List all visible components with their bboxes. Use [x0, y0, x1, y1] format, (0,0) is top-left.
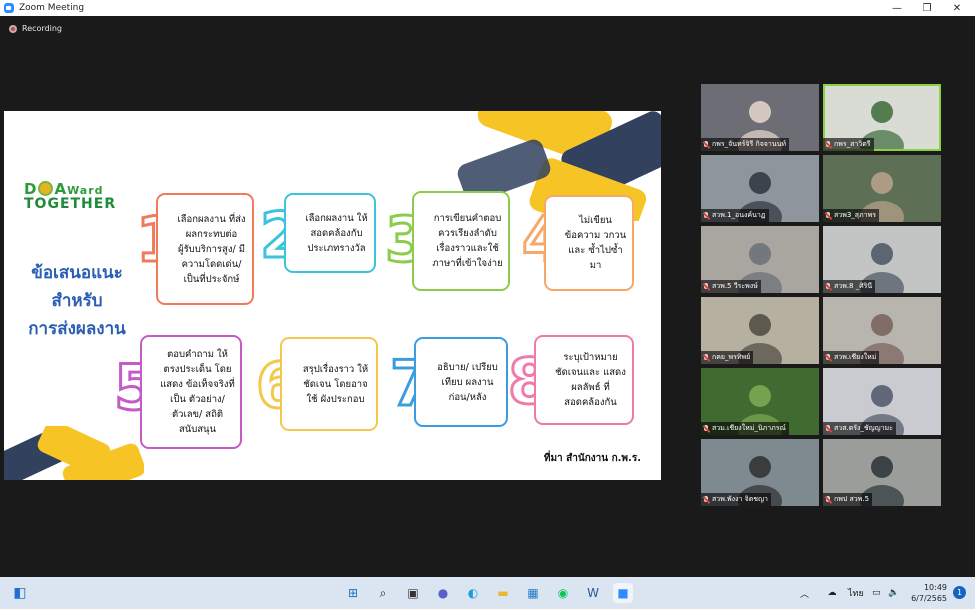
participant-name-label: กคย_พรทิพย์ — [701, 351, 754, 364]
recording-label: Recording — [22, 24, 63, 33]
participant-video-tile[interactable]: กคย_พรทิพย์ — [701, 297, 819, 364]
participant-video-tile[interactable]: สวม.เชียงใหม่_นิภาภรณ์ — [701, 368, 819, 435]
slide-source: ที่มา สำนักงาน ก.พ.ร. — [543, 453, 641, 464]
participant-name-label: สวม.เชียงใหม่_นิภาภรณ์ — [701, 422, 790, 435]
muted-mic-icon — [825, 282, 831, 291]
muted-mic-icon — [703, 211, 709, 220]
shared-screen-slide: D AWard TOGETHER ข้อเสนอแนะ สำหรับ การส่ง… — [4, 111, 661, 480]
participant-name-label: สวพ.5 วีระพงษ์ — [701, 280, 761, 293]
muted-mic-icon — [703, 140, 709, 149]
suggestion-card: การเขียนคำตอบ ควรเรียงลำดับ เรื่องราวและ… — [412, 191, 510, 291]
participant-video-tile[interactable]: สวพ.พังงา จิตชญา — [701, 439, 819, 506]
participant-name-label: กพร_จันทร์จิรี กิจจานนท์ — [701, 138, 790, 151]
participant-video-tile[interactable]: สวส.ตรัง_ชัญญามะ — [823, 368, 941, 435]
tray-overflow-icon[interactable]: ︿ — [800, 577, 809, 609]
clock-time: 10:49 — [923, 583, 947, 592]
onedrive-icon[interactable]: ☁ — [826, 577, 838, 609]
participant-video-tile[interactable]: กพร_จันทร์จิรี กิจจานนท์ — [701, 84, 819, 151]
zoom-app-icon — [4, 3, 14, 13]
start-icon[interactable]: ⊞ — [343, 583, 363, 603]
recording-indicator[interactable]: Recording — [9, 24, 62, 33]
restore-button[interactable]: ❐ — [912, 0, 942, 16]
window-titlebar: Zoom Meeting — [0, 0, 975, 16]
line-icon[interactable]: ◉ — [553, 583, 573, 603]
participant-video-tile[interactable]: สวพ.เชียงใหม่ — [823, 297, 941, 364]
participant-video-tile[interactable]: สวพ.8 _ศิรินี — [823, 226, 941, 293]
decorative-shapes-bottom — [4, 426, 144, 480]
slide-heading: ข้อเสนอแนะ สำหรับ การส่งผลงาน — [28, 263, 126, 339]
participant-video-tile[interactable]: กพป สวพ.5 — [823, 439, 941, 506]
suggestion-card: สรุปเรื่องราว ให้ชัดเจน โดยอาจใช้ ผังประ… — [280, 337, 378, 431]
suggestion-card: ระบุเป้าหมาย ชัดเจนและ แสดงผลลัพธ์ ที่สอ… — [534, 335, 634, 425]
muted-mic-icon — [825, 424, 831, 433]
window-title: Zoom Meeting — [19, 3, 85, 13]
input-language[interactable]: ไทย — [848, 577, 864, 609]
clock-date: 6/7/2565 — [911, 594, 947, 603]
d-award-together-logo: D AWard TOGETHER — [24, 180, 117, 212]
participant-name-label: สวพ.เชียงใหม่ — [823, 351, 880, 364]
muted-mic-icon — [703, 495, 709, 504]
windows-taskbar: ◧ ⊞ ⌕ ▣ ● ◐ ▬ ▦ ◉ W ■ ︿ ☁ ไทย ▭ 🔈 10:49 6/7/2565 … — [0, 577, 975, 609]
muted-mic-icon — [825, 140, 831, 149]
suggestion-card: เลือกผลงาน ให้สอดคล้องกับ ประเภทรางวัล — [284, 193, 376, 273]
muted-mic-icon — [703, 353, 709, 362]
photos-icon[interactable]: ▦ — [523, 583, 543, 603]
muted-mic-icon — [703, 424, 709, 433]
participant-name-label: สวพ3_สุภาพร — [823, 209, 879, 222]
task-view-icon[interactable]: ▣ — [403, 583, 423, 603]
suggestion-card: ตอบคำถาม ให้ตรงประเด็น โดยแสดง ข้อเท็จจร… — [140, 335, 242, 449]
muted-mic-icon — [825, 353, 831, 362]
participant-name-label: สวพ.พังงา จิตชญา — [701, 493, 771, 506]
participant-name-label: กพป สวพ.5 — [823, 493, 873, 506]
medal-icon — [38, 181, 54, 196]
muted-mic-icon — [703, 282, 709, 291]
teams-chat-icon[interactable]: ● — [433, 583, 453, 603]
taskbar-clock[interactable]: 10:49 6/7/2565 — [911, 582, 947, 604]
display-icon[interactable]: ▭ — [872, 577, 881, 609]
close-button[interactable]: ✕ — [942, 0, 972, 16]
participant-name-label: กพร_สาวิตรี — [823, 138, 874, 151]
record-icon — [9, 24, 17, 33]
participant-video-tile[interactable]: กพร_สาวิตรี — [823, 84, 941, 151]
search-icon[interactable]: ⌕ — [373, 583, 393, 603]
muted-mic-icon — [825, 495, 831, 504]
participant-name-label: สวส.ตรัง_ชัญญามะ — [823, 422, 896, 435]
suggestion-card: อธิบาย/ เปรียบเทียบ ผลงานก่อน/หลัง — [414, 337, 508, 427]
muted-mic-icon — [825, 211, 831, 220]
zoom-icon[interactable]: ■ — [613, 583, 633, 603]
participant-name-label: สวพ.8 _ศิรินี — [823, 280, 876, 293]
participant-video-tile[interactable]: สวพ.1_อนงค์นาฏ — [701, 155, 819, 222]
minimize-button[interactable]: — — [882, 0, 912, 16]
participant-video-tile[interactable]: สวพ3_สุภาพร — [823, 155, 941, 222]
suggestion-card: ไม่เขียน ข้อความ วกวนและ ซ้ำไปซ้ำมา — [544, 195, 634, 291]
participant-video-tile[interactable]: สวพ.5 วีระพงษ์ — [701, 226, 819, 293]
widgets-icon[interactable]: ◧ — [10, 583, 30, 603]
file-explorer-icon[interactable]: ▬ — [493, 583, 513, 603]
participant-name-label: สวพ.1_อนงค์นาฏ — [701, 209, 769, 222]
suggestion-card: เลือกผลงาน ที่ส่งผลกระทบต่อ ผู้รับบริการ… — [156, 193, 254, 305]
speaker-icon[interactable]: 🔈 — [888, 577, 899, 609]
edge-icon[interactable]: ◐ — [463, 583, 483, 603]
word-icon[interactable]: W — [583, 583, 603, 603]
notification-badge[interactable]: 1 — [953, 586, 966, 599]
